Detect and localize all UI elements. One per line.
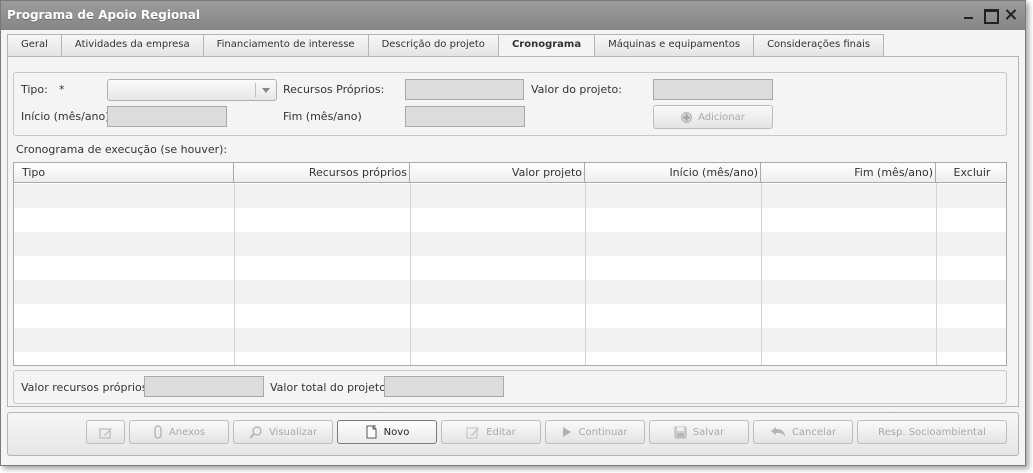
table-row[interactable]	[14, 256, 1006, 280]
floppy-icon	[674, 426, 687, 438]
pencil-icon	[466, 427, 480, 439]
col-header-tipo[interactable]: Tipo	[14, 163, 234, 183]
salvar-button[interactable]: Salvar	[649, 420, 749, 444]
adicionar-label: Adicionar	[698, 111, 745, 123]
fim-input[interactable]	[405, 106, 525, 127]
visualizar-button[interactable]: Visualizar	[233, 420, 333, 444]
window-controls	[962, 8, 1017, 24]
valor-recursos-label: Valor recursos próprios:	[21, 381, 152, 394]
continuar-label: Continuar	[578, 426, 628, 438]
resp-socioambiental-button[interactable]: Resp. Socioambiental	[857, 420, 1007, 444]
column-divider	[936, 183, 937, 365]
tab-consideracoes[interactable]: Considerações finais	[753, 34, 885, 56]
table-row[interactable]	[14, 280, 1006, 304]
tab-maquinas[interactable]: Máquinas e equipamentos	[594, 34, 755, 56]
visualizar-label: Visualizar	[268, 426, 318, 438]
window-title: Programa de Apoio Regional	[7, 8, 200, 22]
edit-form-icon	[99, 427, 112, 438]
valor-recursos-input	[144, 376, 264, 397]
cancelar-button[interactable]: Cancelar	[753, 420, 853, 444]
maximize-icon[interactable]	[983, 8, 999, 24]
tab-atividades[interactable]: Atividades da empresa	[60, 34, 204, 56]
tab-geral[interactable]: Geral	[7, 34, 62, 56]
minimize-icon[interactable]	[962, 8, 975, 21]
editar-button[interactable]: Editar	[441, 420, 541, 444]
tipo-select[interactable]	[107, 79, 277, 101]
edit-form-button[interactable]	[86, 420, 125, 444]
table-row[interactable]	[14, 184, 1006, 208]
table-row[interactable]	[14, 208, 1006, 232]
novo-button[interactable]: Novo	[337, 420, 437, 444]
tab-financiamento[interactable]: Financiamento de interesse	[202, 34, 369, 56]
column-divider	[585, 183, 586, 365]
adicionar-button[interactable]: Adicionar	[653, 105, 773, 129]
valor-total-input	[384, 376, 504, 397]
tab-cronograma[interactable]: Cronograma	[497, 34, 596, 57]
paperclip-icon	[154, 425, 162, 439]
play-icon	[563, 427, 572, 437]
table-header: Tipo Recursos próprios Valor projeto Iní…	[14, 163, 1006, 183]
undo-icon	[770, 427, 785, 437]
tab-descricao[interactable]: Descrição do projeto	[367, 34, 499, 56]
table-row[interactable]	[14, 328, 1006, 352]
anexos-button[interactable]: Anexos	[129, 420, 229, 444]
col-header-fim[interactable]: Fim (mês/ano)	[761, 163, 936, 183]
select-separator	[255, 83, 256, 97]
col-header-recursos[interactable]: Recursos próprios	[234, 163, 410, 183]
table-row[interactable]	[14, 304, 1006, 328]
col-header-valor[interactable]: Valor projeto	[410, 163, 585, 183]
column-divider	[410, 183, 411, 365]
resp-socioambiental-label: Resp. Socioambiental	[878, 426, 986, 438]
close-icon[interactable]	[1004, 8, 1017, 21]
magnifier-icon	[249, 426, 262, 439]
valor-projeto-label: Valor do projeto:	[531, 83, 622, 96]
required-mark: *	[59, 83, 65, 96]
new-document-icon	[366, 425, 377, 439]
editar-label: Editar	[486, 426, 516, 438]
anexos-label: Anexos	[168, 426, 206, 438]
grid-title: Cronograma de execução (se houver):	[16, 143, 228, 156]
inicio-input[interactable]	[107, 106, 227, 127]
novo-label: Novo	[383, 426, 410, 438]
table-row[interactable]	[14, 352, 1006, 365]
col-header-inicio[interactable]: Início (mês/ano)	[585, 163, 761, 183]
recursos-proprios-input[interactable]	[405, 79, 524, 100]
salvar-label: Salvar	[692, 426, 725, 438]
inicio-label: Início (mês/ano)	[21, 110, 110, 123]
column-divider	[234, 183, 235, 365]
column-divider	[761, 183, 762, 365]
fim-label: Fim (mês/ano)	[283, 110, 362, 123]
title-bar: Programa de Apoio Regional	[1, 1, 1025, 30]
recursos-proprios-label: Recursos Próprios:	[283, 83, 385, 96]
valor-projeto-input[interactable]	[653, 79, 773, 100]
chevron-down-icon[interactable]	[262, 88, 270, 93]
cronograma-table: Tipo Recursos próprios Valor projeto Iní…	[13, 162, 1007, 366]
table-row[interactable]	[14, 232, 1006, 256]
continuar-button[interactable]: Continuar	[545, 420, 645, 444]
tab-bar: Geral Atividades da empresa Financiament…	[7, 34, 885, 57]
plus-icon	[681, 111, 693, 123]
col-header-excluir[interactable]: Excluir	[936, 163, 1006, 183]
cancelar-label: Cancelar	[791, 426, 837, 438]
valor-total-label: Valor total do projeto:	[270, 381, 390, 394]
tipo-label: Tipo:	[21, 83, 48, 96]
